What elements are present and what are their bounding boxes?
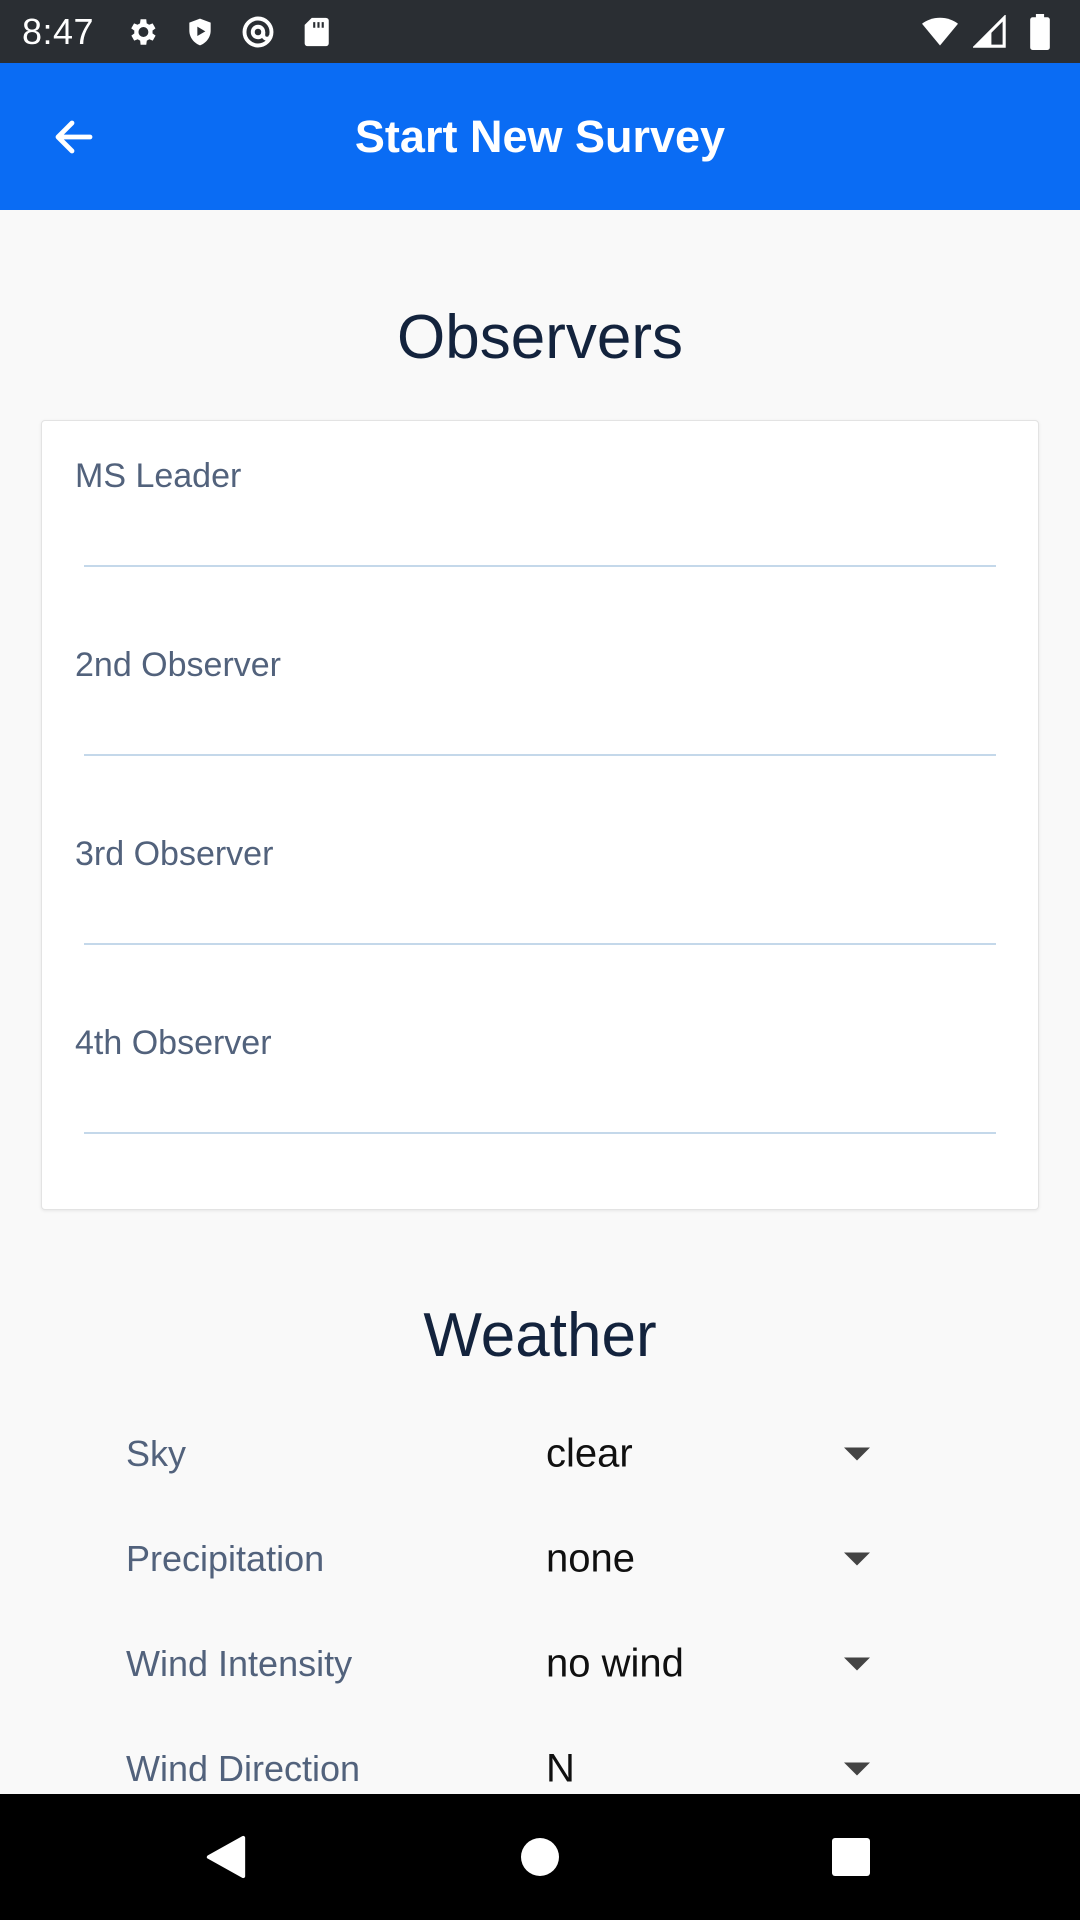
cell-signal-icon (972, 14, 1008, 50)
arrow-left-icon (55, 120, 93, 153)
status-icons-left (124, 14, 334, 50)
fourth-observer-input[interactable] (84, 1078, 996, 1134)
back-button[interactable] (44, 107, 104, 167)
observers-card: MS Leader 2nd Observer 3rd Observer 4th … (41, 420, 1039, 1210)
wind-intensity-value: no wind (546, 1641, 684, 1686)
second-observer-label: 2nd Observer (75, 646, 281, 684)
settings-icon (124, 14, 160, 50)
status-bar: 8:47 (0, 0, 1080, 63)
back-triangle-icon (206, 1835, 246, 1879)
second-observer-field: 2nd Observer (42, 610, 1038, 799)
shield-play-icon (182, 14, 218, 50)
nav-back-button[interactable] (186, 1817, 266, 1897)
observers-heading: Observers (397, 303, 683, 372)
wind-intensity-select[interactable]: no wind (546, 1619, 886, 1709)
sky-row: Sky clear (0, 1409, 1080, 1499)
second-observer-input[interactable] (84, 700, 996, 756)
ms-leader-label: MS Leader (75, 457, 242, 495)
third-observer-input[interactable] (84, 889, 996, 945)
fourth-observer-field: 4th Observer (42, 988, 1038, 1177)
page-title: Start New Survey (354, 110, 726, 162)
chevron-down-icon (844, 1447, 870, 1461)
nav-home-button[interactable] (500, 1817, 580, 1897)
sky-select[interactable]: clear (546, 1409, 886, 1499)
weather-heading: Weather (423, 1301, 657, 1370)
third-observer-label: 3rd Observer (75, 835, 274, 873)
sd-card-icon (298, 14, 334, 50)
precipitation-label: Precipitation (126, 1538, 325, 1579)
chevron-down-icon (844, 1657, 870, 1671)
sky-value: clear (546, 1431, 633, 1476)
nav-recents-button[interactable] (811, 1817, 891, 1897)
ms-leader-input[interactable] (84, 511, 996, 567)
chevron-down-icon (844, 1762, 870, 1776)
precipitation-value: none (546, 1536, 635, 1581)
third-observer-field: 3rd Observer (42, 799, 1038, 988)
system-nav-bar (0, 1794, 1080, 1920)
wind-direction-label: Wind Direction (126, 1748, 361, 1789)
app-bar: Start New Survey (0, 63, 1080, 210)
at-sign-icon (240, 14, 276, 50)
ms-leader-field: MS Leader (42, 421, 1038, 610)
recents-square-icon (832, 1838, 870, 1876)
precipitation-select[interactable]: none (546, 1514, 886, 1604)
wifi-icon (922, 14, 958, 50)
home-circle-icon (521, 1838, 559, 1876)
fourth-observer-label: 4th Observer (75, 1024, 272, 1062)
wind-intensity-label: Wind Intensity (126, 1643, 353, 1684)
status-icons-right (922, 13, 1058, 50)
battery-icon (1022, 13, 1058, 50)
sky-label: Sky (126, 1433, 187, 1474)
wind-intensity-row: Wind Intensity no wind (0, 1619, 1080, 1709)
wind-direction-value: N (546, 1746, 575, 1791)
precipitation-row: Precipitation none (0, 1514, 1080, 1604)
status-time: 8:47 (22, 10, 95, 52)
chevron-down-icon (844, 1552, 870, 1566)
